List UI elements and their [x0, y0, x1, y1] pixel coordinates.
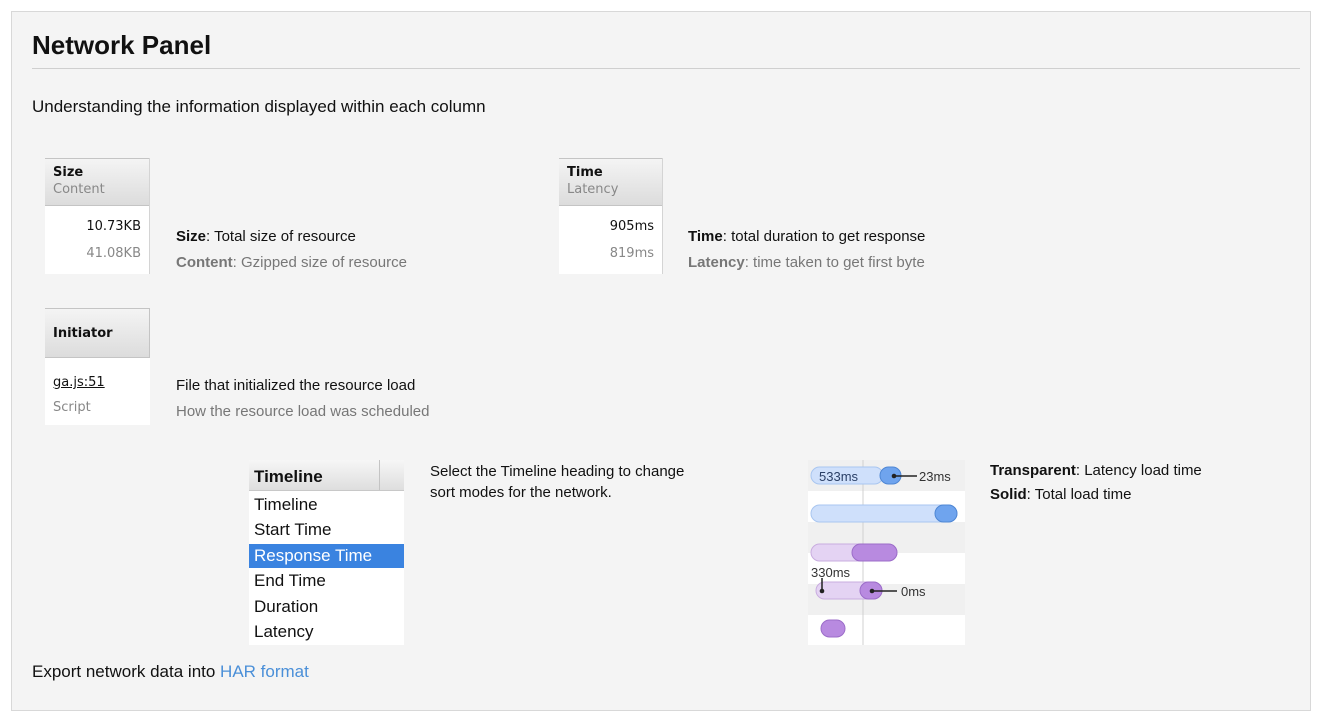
initiator-description: File that initialized the resource load: [176, 377, 416, 394]
size-column-sample: Size Content 10.73KB 41.08KB: [45, 158, 150, 274]
latency-description: Latency: time taken to get first byte: [688, 254, 925, 271]
column-divider: [149, 158, 150, 274]
sort-option-response-time[interactable]: Response Time: [249, 544, 404, 568]
sort-option-duration[interactable]: Duration: [249, 595, 404, 619]
timeline-bars-illustration: 533ms 23ms 330ms 0ms: [808, 460, 965, 645]
export-text: Export network data into HAR format: [32, 662, 309, 681]
time-header-label: Time: [567, 165, 603, 180]
time-value: 905ms: [609, 219, 654, 234]
legend-transparent: Transparent: Latency load time: [990, 462, 1202, 479]
initiator-link[interactable]: ga.js:51: [53, 375, 105, 390]
content-header-label: Content: [53, 182, 105, 197]
latency-ms-label: 533ms: [819, 469, 859, 484]
initiator-column-header[interactable]: Initiator: [45, 308, 150, 358]
page-subtitle: Understanding the information displayed …: [32, 97, 486, 116]
content-description: Content: Gzipped size of resource: [176, 254, 407, 271]
column-divider: [662, 158, 663, 274]
sort-option-timeline[interactable]: Timeline: [249, 493, 404, 517]
time-description: Time: total duration to get response: [688, 228, 926, 245]
size-value: 10.73KB: [86, 219, 141, 234]
timeline-description: Select the Timeline heading to change sor…: [430, 463, 685, 501]
time-column-header[interactable]: Time Latency: [559, 158, 663, 206]
sort-option-end-time[interactable]: End Time: [249, 569, 404, 593]
har-format-link[interactable]: HAR format: [220, 662, 309, 681]
sort-option-latency[interactable]: Latency: [249, 620, 404, 644]
legend-solid: Solid: Total load time: [990, 486, 1132, 503]
content-value: 41.08KB: [86, 246, 141, 261]
initiator-header-label: Initiator: [53, 326, 113, 341]
ms-330-label: 330ms: [811, 565, 851, 580]
timeline-heading[interactable]: Timeline: [249, 460, 404, 491]
timeline-heading-label: Timeline: [254, 467, 323, 486]
latency-value: 819ms: [609, 246, 654, 261]
heading-divider: [379, 460, 380, 490]
initiator-type-description: How the resource load was scheduled: [176, 403, 430, 420]
timeline-bars-svg: 533ms 23ms 330ms 0ms: [808, 460, 965, 645]
sort-option-start-time[interactable]: Start Time: [249, 518, 404, 542]
timeline-sort-menu: Timeline Timeline Start Time Response Ti…: [249, 460, 404, 645]
size-description: Size: Total size of resource: [176, 228, 356, 245]
after-ms-label: 23ms: [919, 469, 951, 484]
page-title: Network Panel: [32, 30, 212, 60]
ms-0-label: 0ms: [901, 584, 926, 599]
time-column-sample: Time Latency 905ms 819ms: [559, 158, 663, 274]
latency-header-label: Latency: [567, 182, 619, 197]
size-column-header[interactable]: Size Content: [45, 158, 150, 206]
size-header-label: Size: [53, 165, 84, 180]
title-divider: [32, 68, 1300, 69]
initiator-column-sample: Initiator ga.js:51 Script: [45, 308, 150, 425]
initiator-type: Script: [53, 400, 91, 415]
